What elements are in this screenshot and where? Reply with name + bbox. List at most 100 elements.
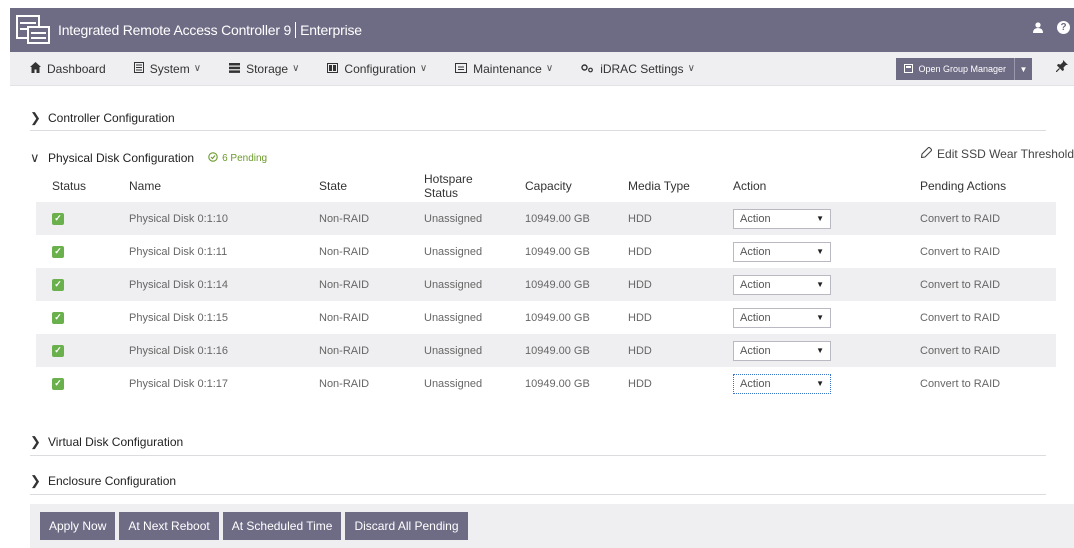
disk-name: Physical Disk 0:1:16 (129, 344, 229, 357)
controller-configuration-header[interactable]: ❯ Controller Configuration (30, 110, 175, 126)
pending-count: 6 Pending (222, 152, 268, 164)
column-header-hotspare-status[interactable]: Hotspare Status (408, 170, 509, 202)
pending-badge: 6 Pending (208, 151, 268, 165)
divider (30, 455, 1046, 456)
action-select-value: Action (740, 377, 771, 390)
chevron-right-icon: ❯ (30, 434, 41, 449)
nav-storage-label: Storage (246, 61, 289, 76)
table-row: ✓ Physical Disk 0:1:17 Non-RAID Unassign… (36, 367, 1056, 400)
nav-maintenance-label: Maintenance (473, 61, 542, 76)
chevron-right-icon: ❯ (30, 473, 41, 488)
table-row: ✓ Physical Disk 0:1:14 Non-RAID Unassign… (36, 268, 1056, 301)
server-icon (12, 12, 54, 48)
pending-action: Convert to RAID (920, 377, 1001, 390)
table-row: ✓ Physical Disk 0:1:15 Non-RAID Unassign… (36, 301, 1056, 334)
apply-now-button[interactable]: Apply Now (40, 512, 116, 540)
physical-disk-configuration-header[interactable]: ∨ Physical Disk Configuration 6 Pending (30, 150, 267, 166)
table-row: ✓ Physical Disk 0:1:10 Non-RAID Unassign… (36, 202, 1056, 235)
action-select[interactable]: Action ▼ (733, 340, 831, 361)
nav-maintenance[interactable]: Maintenance ∨ (455, 62, 553, 76)
action-select-value: Action (740, 212, 771, 225)
action-select[interactable]: Action ▼ (733, 208, 831, 229)
status-cell: ✓ (36, 301, 113, 334)
column-header-name[interactable]: Name (113, 170, 303, 202)
column-header-status[interactable]: Status (36, 170, 113, 202)
disk-capacity: 10949.00 GB (525, 278, 590, 291)
disk-capacity: 10949.00 GB (525, 377, 590, 390)
action-select[interactable]: Action ▼ (733, 274, 831, 295)
disk-capacity: 10949.00 GB (525, 344, 590, 357)
discard-all-pending-button[interactable]: Discard All Pending (345, 512, 468, 540)
disk-media: HDD (628, 377, 652, 390)
disk-media: HDD (628, 344, 652, 357)
nav-idrac-settings[interactable]: iDRAC Settings ∨ (581, 62, 695, 76)
disk-state: Non-RAID (319, 377, 370, 390)
nav-system[interactable]: System ∨ (133, 61, 201, 76)
edit-icon (920, 146, 933, 161)
column-header-action[interactable]: Action (717, 170, 904, 202)
column-header-state[interactable]: State (303, 170, 408, 202)
at-next-reboot-button[interactable]: At Next Reboot (119, 512, 219, 540)
nav-configuration-label: Configuration (344, 61, 416, 76)
enclosure-configuration-header[interactable]: ❯ Enclosure Configuration (30, 473, 176, 489)
at-scheduled-time-button[interactable]: At Scheduled Time (222, 512, 342, 540)
pin-icon[interactable] (1055, 60, 1068, 75)
chevron-down-icon: ∨ (30, 150, 40, 165)
column-header-media-type[interactable]: Media Type (612, 170, 717, 202)
pending-action: Convert to RAID (920, 311, 1001, 324)
status-cell: ✓ (36, 367, 113, 400)
enclosure-configuration-label: Enclosure Configuration (48, 474, 177, 488)
nav-storage[interactable]: Storage ∨ (229, 62, 299, 76)
chevron-down-icon: ∨ (419, 63, 428, 74)
edit-ssd-wear-threshold-label: Edit SSD Wear Threshold (937, 147, 1074, 161)
disk-hotspare: Unassigned (424, 344, 483, 357)
disk-hotspare: Unassigned (424, 212, 483, 225)
group-manager-icon (904, 63, 914, 75)
disk-state: Non-RAID (319, 212, 370, 225)
controller-configuration-label: Controller Configuration (48, 111, 175, 125)
disk-name: Physical Disk 0:1:11 (129, 245, 228, 258)
disk-capacity: 10949.00 GB (525, 311, 590, 324)
action-select-value: Action (740, 278, 771, 291)
disk-capacity: 10949.00 GB (525, 212, 590, 225)
status-cell: ✓ (36, 268, 113, 301)
help-icon[interactable]: ? (1057, 21, 1070, 34)
nav-dashboard[interactable]: Dashboard (30, 61, 106, 76)
disk-hotspare: Unassigned (424, 278, 483, 291)
action-cell: Action ▼ (717, 202, 904, 235)
storage-icon (229, 62, 241, 76)
status-ok-icon: ✓ (52, 212, 64, 225)
idrac-settings-icon (581, 62, 594, 76)
group-manager-dropdown[interactable]: ▼ (1014, 58, 1032, 80)
dropdown-arrow-icon: ▼ (816, 379, 824, 388)
table-header-row: Status Name State Hotspare Status Capaci… (36, 170, 1056, 202)
open-group-manager: Open Group Manager ▼ (896, 58, 1032, 80)
open-group-manager-button[interactable]: Open Group Manager (896, 63, 1014, 75)
column-header-capacity[interactable]: Capacity (509, 170, 612, 202)
nav-dashboard-label: Dashboard (47, 61, 106, 76)
action-select[interactable]: Action ▼ (733, 373, 831, 394)
divider (30, 130, 1046, 131)
action-select-value: Action (740, 344, 771, 357)
nav-configuration[interactable]: Configuration ∨ (327, 62, 427, 76)
action-cell: Action ▼ (717, 367, 904, 400)
disk-name: Physical Disk 0:1:14 (129, 278, 229, 291)
column-header-pending-actions[interactable]: Pending Actions (904, 170, 1056, 202)
open-group-manager-label: Open Group Manager (918, 64, 1006, 74)
disk-media: HDD (628, 278, 652, 291)
edit-ssd-wear-threshold-link[interactable]: Edit SSD Wear Threshold (920, 146, 1074, 161)
virtual-disk-configuration-header[interactable]: ❯ Virtual Disk Configuration (30, 434, 183, 450)
status-cell: ✓ (36, 202, 113, 235)
disk-state: Non-RAID (319, 278, 370, 291)
action-cell: Action ▼ (717, 301, 904, 334)
chevron-down-icon: ∨ (687, 63, 695, 74)
user-icon[interactable] (1033, 21, 1043, 36)
status-ok-icon: ✓ (52, 344, 64, 357)
disk-name: Physical Disk 0:1:10 (129, 212, 229, 225)
nav-idrac-settings-label: iDRAC Settings (600, 61, 684, 76)
title-bar: Integrated Remote Access Controller 9 Ent… (10, 8, 1074, 52)
virtual-disk-configuration-label: Virtual Disk Configuration (48, 435, 184, 449)
action-select[interactable]: Action ▼ (733, 241, 831, 262)
maintenance-icon (455, 62, 468, 76)
action-select[interactable]: Action ▼ (733, 307, 831, 328)
